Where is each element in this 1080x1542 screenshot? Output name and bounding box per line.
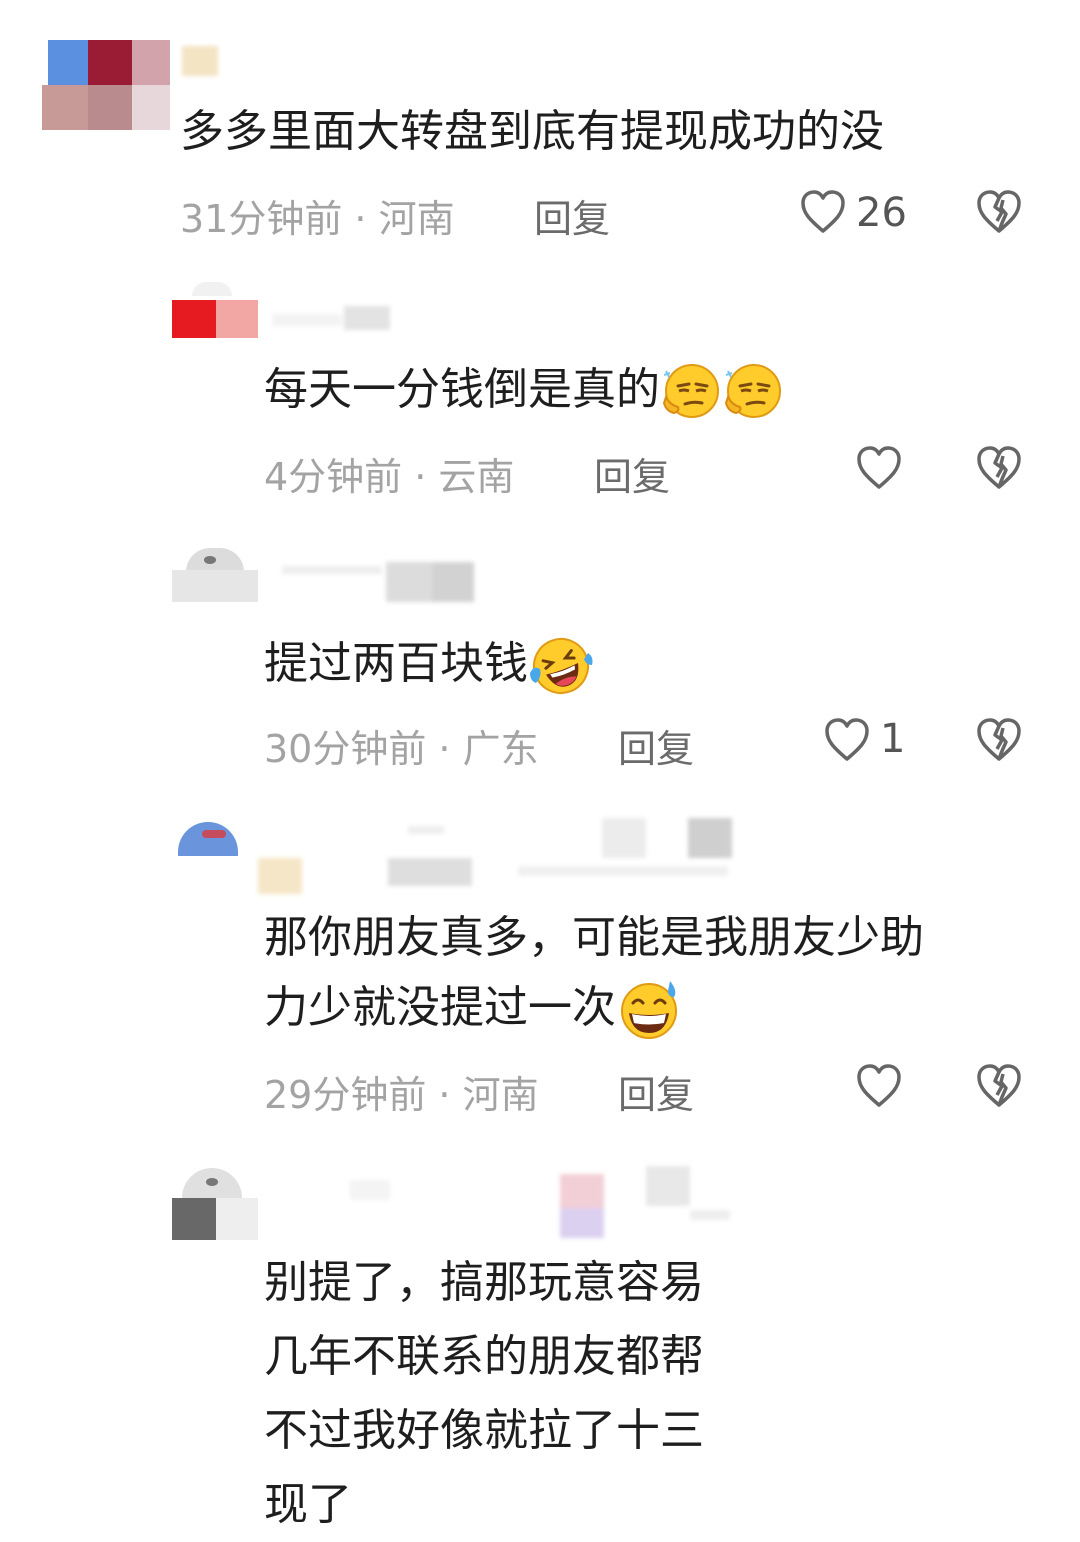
reply-button[interactable]: 回复 <box>618 1064 694 1119</box>
like-count: 26 <box>856 190 907 236</box>
comment-text-line-3: 不过我好像就拉了十三 <box>264 1405 704 1456</box>
username-blurred[interactable] <box>258 814 736 894</box>
broken-heart-icon[interactable] <box>975 446 1023 490</box>
heart-outline-icon[interactable] <box>856 1064 902 1108</box>
comment-meta: 30分钟前 · 广东 <box>264 727 539 771</box>
comment-meta: 31分钟前 · 河南 <box>180 197 455 241</box>
avatar[interactable] <box>172 1168 258 1240</box>
broken-heart-icon[interactable] <box>975 190 1023 234</box>
smug-face-emoji <box>722 361 784 423</box>
comment-text-row: 提过两百块钱 <box>264 630 593 698</box>
comment-text-line-1: 别提了，搞那玩意容易 <box>264 1257 704 1308</box>
broken-heart-icon[interactable] <box>975 1064 1023 1108</box>
avatar[interactable] <box>42 40 170 130</box>
like-count: 1 <box>880 716 906 762</box>
comment-text-line-1: 那你朋友真多，可能是我朋友少助 <box>264 912 924 963</box>
username-blurred[interactable] <box>272 306 390 330</box>
comment-text-line-4: 现了 <box>264 1479 352 1530</box>
comment-meta: 4分钟前 · 云南 <box>264 455 515 499</box>
comment-text: 提过两百块钱 <box>264 638 528 689</box>
reply-button[interactable]: 回复 <box>594 446 670 501</box>
comment-text: 多多里面大转盘到底有提现成功的没 <box>180 106 884 157</box>
comment-text-row: 力少就没提过一次 <box>264 974 678 1042</box>
username-blurred[interactable] <box>182 46 218 76</box>
reply-button[interactable]: 回复 <box>534 188 610 243</box>
smug-face-emoji <box>660 361 722 423</box>
heart-outline-icon[interactable] <box>824 718 870 762</box>
avatar[interactable] <box>172 822 258 892</box>
heart-outline-icon[interactable] <box>800 190 846 234</box>
comment-text-row: 每天一分钱倒是真的 <box>264 356 784 424</box>
rolling-laughing-emoji <box>528 635 593 697</box>
username-blurred[interactable] <box>340 1160 740 1238</box>
heart-outline-icon[interactable] <box>856 446 902 490</box>
avatar[interactable] <box>172 282 258 338</box>
comment-text-cropped: 别提了，搞那玩意容易 几年不联系的朋友都帮 不过我好像就拉了十三 现了 <box>264 1246 758 1542</box>
comment-text: 每天一分钱倒是真的 <box>264 364 660 415</box>
username-blurred[interactable] <box>282 562 474 602</box>
avatar[interactable] <box>172 548 258 602</box>
broken-heart-icon[interactable] <box>975 718 1023 762</box>
grinning-sweat-emoji <box>616 979 678 1041</box>
comment-meta: 29分钟前 · 河南 <box>264 1073 539 1117</box>
comment-text-line-2: 力少就没提过一次 <box>264 982 616 1033</box>
comment-text-line-2: 几年不联系的朋友都帮 <box>264 1331 704 1382</box>
reply-button[interactable]: 回复 <box>618 718 694 773</box>
